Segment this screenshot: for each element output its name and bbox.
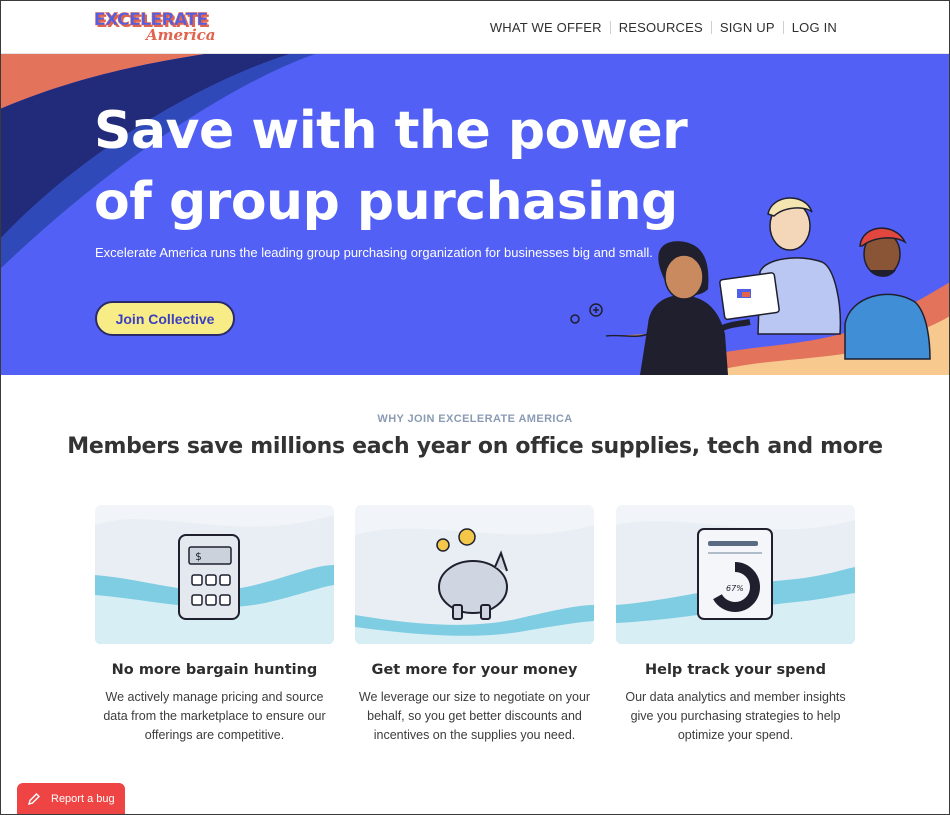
feature-card-text: We leverage our size to negotiate on you…: [358, 690, 591, 742]
feature-card-money: Get more for your money We leverage our …: [355, 505, 594, 745]
feature-card-image: [355, 505, 594, 644]
nav-divider: [609, 21, 611, 34]
pencil-icon: [27, 793, 40, 806]
main-nav: WHAT WE OFFER RESOURCES SIGN UP LOG IN: [490, 20, 837, 35]
excelerate-america-logo[interactable]: EXCELERATE America: [94, 10, 218, 46]
nav-what-we-offer[interactable]: WHAT WE OFFER: [490, 20, 602, 35]
piggy-bank-icon: [355, 525, 594, 644]
feature-card-text: Our data analytics and member insights g…: [625, 690, 846, 742]
feature-card-image: $: [95, 505, 334, 644]
feature-card-title: Help track your spend: [644, 662, 826, 678]
feature-card-title: No more bargain hunting: [111, 662, 318, 678]
why-title: Members save millions each year on offic…: [67, 434, 883, 459]
report-bug-label: Report a bug: [51, 793, 115, 805]
chart-percent-label: 67%: [726, 584, 744, 593]
feature-card-track: 67% Help track your spend Our data analy…: [616, 505, 855, 745]
calculator-icon: $: [95, 515, 334, 644]
logo-wordmark-bottom: America: [146, 26, 216, 44]
feature-card-bargain: $ No more bargain hunting We actively ma…: [95, 505, 334, 745]
report-bug-button[interactable]: Report a bug: [17, 783, 125, 815]
nav-sign-up[interactable]: SIGN UP: [720, 20, 775, 35]
report-chart-label: 67%: [726, 584, 744, 593]
feature-card-image: 67%: [616, 505, 855, 644]
nav-resources[interactable]: RESOURCES: [619, 20, 703, 35]
nav-log-in[interactable]: LOG IN: [792, 20, 837, 35]
nav-divider: [782, 21, 784, 34]
svg-text:$: $: [195, 550, 202, 563]
why-eyebrow: WHY JOIN EXCELERATE AMERICA: [377, 413, 573, 425]
join-collective-button[interactable]: Join Collective: [95, 301, 235, 336]
nav-divider: [710, 21, 712, 34]
hero-section: Save with the power of group purchasing …: [0, 54, 950, 375]
feature-card-text: We actively manage pricing and source da…: [103, 690, 326, 742]
site-header: EXCELERATE America WHAT WE OFFER RESOURC…: [0, 0, 950, 54]
team-illustration: [570, 197, 931, 375]
feature-card-title: Get more for your money: [371, 662, 578, 678]
